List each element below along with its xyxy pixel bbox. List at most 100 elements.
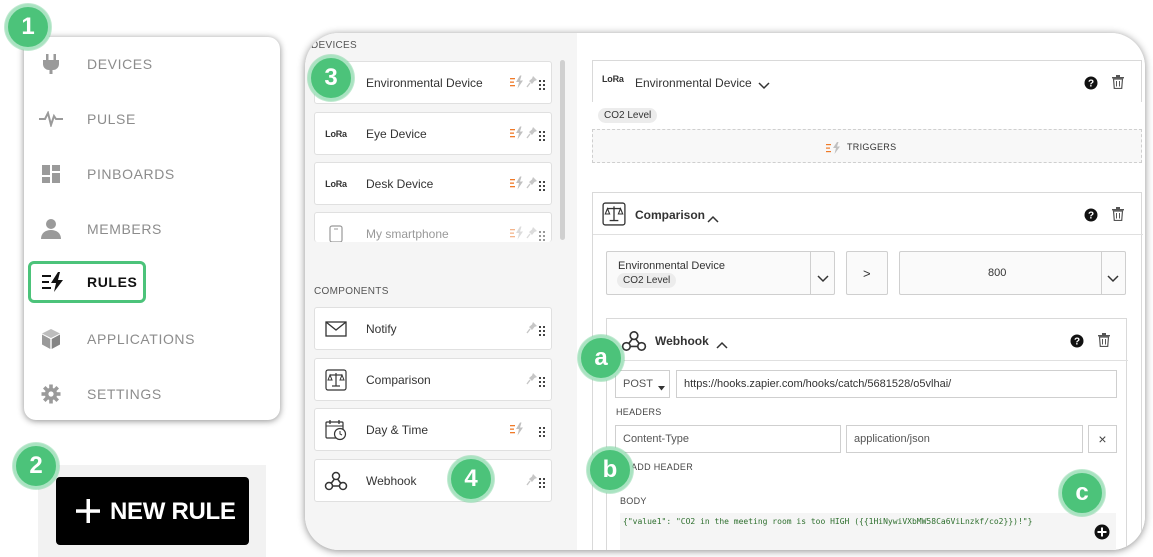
help-icon[interactable]: ?: [1070, 334, 1084, 353]
add-header-button[interactable]: ADD HEADER: [631, 462, 693, 472]
rule-canvas: LoRa Environmental Device ? CO2 Level TR…: [577, 33, 1145, 550]
pin-icon: [526, 473, 538, 491]
callout-badge-c: c: [1059, 470, 1105, 516]
gear-icon: [38, 381, 64, 407]
svg-text:?: ?: [1088, 79, 1094, 90]
help-icon[interactable]: ?: [1084, 208, 1098, 227]
help-icon[interactable]: ?: [1084, 76, 1098, 95]
drag-handle-icon[interactable]: [539, 178, 545, 196]
sidebar-nav: DEVICES PULSE PINBOARDS MEMBERS RULES AP…: [24, 37, 280, 420]
scale-icon: [323, 368, 349, 392]
nav-item-devices[interactable]: DEVICES: [24, 44, 280, 84]
comparison-value-field[interactable]: 800: [899, 251, 1126, 295]
nav-item-label: SETTINGS: [87, 386, 162, 402]
components-section-title: COMPONENTS: [314, 286, 389, 297]
device-name: Desk Device: [366, 177, 434, 191]
component-item-comparison[interactable]: Comparison: [314, 358, 552, 401]
device-item-smartphone[interactable]: My smartphone: [314, 212, 552, 242]
callout-badge-3: 3: [308, 55, 354, 101]
lora-icon: LoRa: [602, 74, 624, 84]
drag-handle-icon[interactable]: [539, 77, 545, 95]
nav-item-rules[interactable]: RULES: [28, 261, 146, 303]
headers-label: HEADERS: [616, 407, 662, 417]
trigger-bolt-icon: [510, 422, 524, 441]
nav-item-label: PINBOARDS: [87, 166, 175, 182]
drag-handle-icon[interactable]: [539, 424, 545, 442]
nav-item-members[interactable]: MEMBERS: [24, 209, 280, 249]
trash-icon[interactable]: [1112, 75, 1124, 94]
nav-item-settings[interactable]: SETTINGS: [24, 374, 280, 414]
drag-handle-icon[interactable]: [539, 475, 545, 493]
trigger-bolt-icon: [510, 226, 524, 242]
remove-header-button[interactable]: ×: [1088, 425, 1117, 453]
drag-handle-icon[interactable]: [539, 374, 545, 392]
trash-icon[interactable]: [1112, 207, 1124, 226]
component-item-notify[interactable]: Notify: [314, 307, 552, 350]
pin-icon: [526, 75, 538, 93]
callout-badge-4: 4: [448, 456, 494, 502]
trigger-device-block: LoRa Environmental Device ?: [592, 60, 1142, 102]
webhook-block: Webhook ? POST https://hooks.zapier.com/…: [606, 318, 1128, 550]
palette-scrollbar[interactable]: [560, 60, 565, 240]
lora-icon: LoRa: [325, 179, 347, 189]
nav-item-label: DEVICES: [87, 56, 153, 72]
palette-pane: DEVICES LoRa Environmental Device LoRa E…: [305, 33, 577, 550]
new-rule-label: NEW RULE: [110, 498, 236, 525]
component-name: Webhook: [366, 474, 417, 488]
add-circle-icon[interactable]: [1094, 524, 1110, 545]
drag-handle-icon[interactable]: [539, 128, 545, 146]
nav-item-label: MEMBERS: [87, 221, 162, 237]
chevron-down-icon: [1107, 270, 1119, 288]
operator-select[interactable]: >: [846, 251, 888, 295]
new-rule-button[interactable]: NEW RULE: [56, 477, 249, 545]
header-value-input[interactable]: application/json: [846, 425, 1083, 453]
divider: [593, 234, 1143, 235]
trigger-bolt-icon: [826, 141, 842, 159]
devices-section-title: DEVICES: [311, 40, 358, 51]
component-name: Comparison: [366, 373, 431, 387]
component-item-webhook[interactable]: Webhook: [314, 459, 552, 502]
method-select[interactable]: POST: [615, 370, 670, 398]
screenshot-root: DEVICES PULSE PINBOARDS MEMBERS RULES AP…: [0, 0, 1153, 557]
scale-icon: [602, 202, 626, 231]
cube-icon: [38, 326, 64, 352]
chevron-up-icon[interactable]: [707, 210, 719, 228]
component-name: Notify: [366, 322, 397, 336]
left-device-name: Environmental Device: [618, 260, 725, 272]
triggers-dropzone[interactable]: TRIGGERS: [592, 129, 1142, 163]
pin-icon: [526, 321, 538, 339]
header-key-value: Content-Type: [623, 433, 690, 445]
caret-down-icon: [658, 382, 665, 394]
comparison-left-select[interactable]: Environmental Device CO2 Level: [606, 251, 835, 295]
device-name: My smartphone: [366, 227, 449, 241]
svg-text:?: ?: [1074, 337, 1080, 348]
rule-editor-card: DEVICES LoRa Environmental Device LoRa E…: [305, 33, 1145, 550]
body-editor[interactable]: {"value1": "CO2 in the meeting room is t…: [620, 513, 1116, 550]
nav-item-pulse[interactable]: PULSE: [24, 99, 280, 139]
component-item-day-time[interactable]: Day & Time: [314, 408, 552, 451]
drag-handle-icon[interactable]: [539, 323, 545, 341]
nav-item-label: APPLICATIONS: [87, 331, 196, 347]
method-value: POST: [623, 378, 653, 390]
device-item-desk[interactable]: LoRa Desk Device: [314, 162, 552, 205]
header-key-input[interactable]: Content-Type: [615, 425, 841, 453]
chevron-down-icon[interactable]: [758, 77, 770, 95]
co2-level-chip: CO2 Level: [598, 108, 658, 123]
lora-icon: LoRa: [325, 129, 347, 139]
drag-handle-icon[interactable]: [539, 228, 545, 242]
trash-icon[interactable]: [1098, 333, 1110, 352]
url-input[interactable]: https://hooks.zapier.com/hooks/catch/568…: [676, 370, 1117, 398]
pin-icon: [526, 176, 538, 194]
close-icon: ×: [1098, 431, 1107, 447]
nav-item-pinboards[interactable]: PINBOARDS: [24, 154, 280, 194]
callout-badge-1: 1: [5, 4, 51, 50]
chevron-up-icon[interactable]: [716, 336, 728, 354]
nav-item-applications[interactable]: APPLICATIONS: [24, 319, 280, 359]
trigger-bolt-icon: [510, 176, 524, 195]
calendar-clock-icon: [323, 418, 349, 442]
device-name: Eye Device: [366, 127, 427, 141]
chevron-down-icon: [817, 270, 829, 288]
envelope-icon: [323, 317, 349, 341]
device-item-eye[interactable]: LoRa Eye Device: [314, 112, 552, 155]
webhook-icon: [323, 469, 349, 493]
